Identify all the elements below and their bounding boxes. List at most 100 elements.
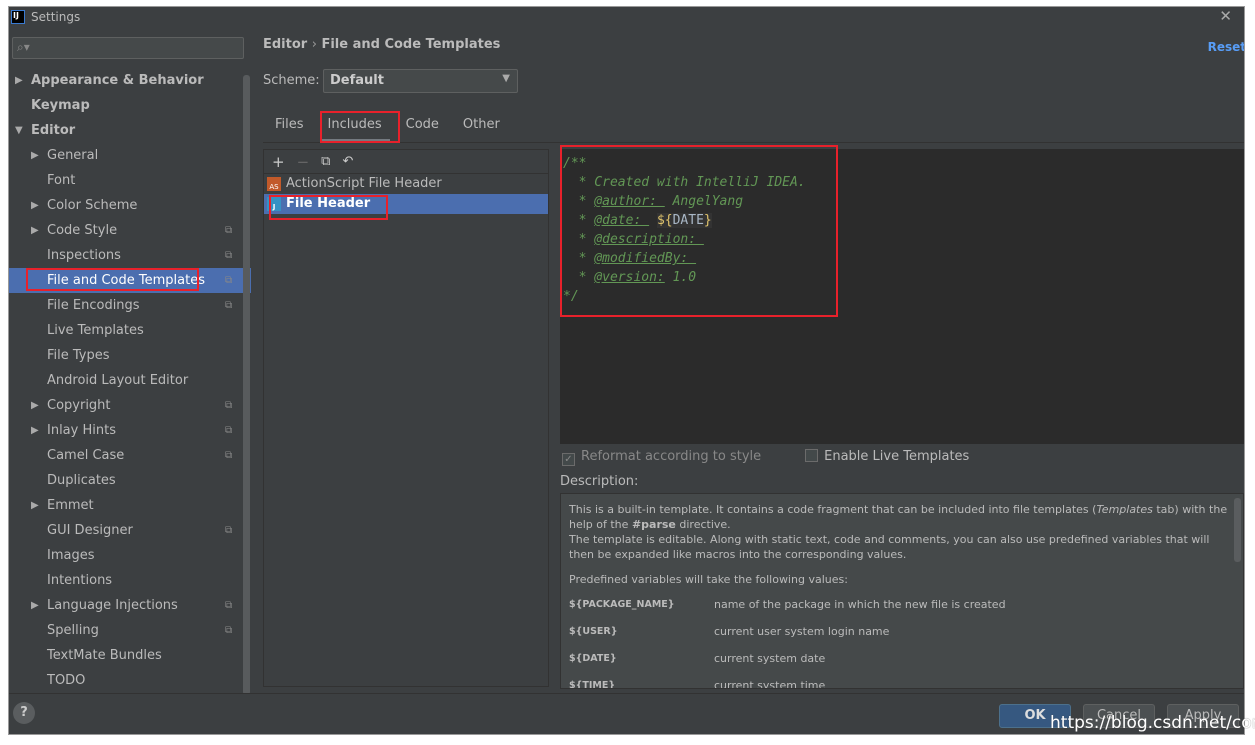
sidebar-item[interactable]: ▶ General bbox=[9, 143, 251, 168]
list-item-selected[interactable]: J File Header bbox=[264, 194, 548, 214]
project-scope-icon: ⧉ bbox=[225, 400, 233, 411]
sidebar-item[interactable]: ▶ Inlay Hints ⧉ bbox=[9, 418, 251, 443]
tab-code[interactable]: Code bbox=[394, 111, 451, 142]
project-scope-icon: ⧉ bbox=[225, 625, 233, 636]
sidebar-item[interactable]: Spelling ⧉ bbox=[9, 618, 251, 643]
project-scope-icon: ⧉ bbox=[225, 525, 233, 536]
sidebar-item[interactable]: ▶ Copyright ⧉ bbox=[9, 393, 251, 418]
tab-includes[interactable]: Includes bbox=[316, 111, 394, 142]
watermark: https://blog.csdn.net/const bbox=[1050, 713, 1255, 733]
chevron-right-icon[interactable]: ▶ bbox=[31, 418, 39, 443]
variable-desc: current user system login name bbox=[714, 625, 890, 638]
sidebar-item[interactable]: ▶ Emmet bbox=[9, 493, 251, 518]
sidebar-item[interactable]: Inspections ⧉ bbox=[9, 243, 251, 268]
desc-text: directive. bbox=[675, 518, 731, 531]
sidebar-scrollbar[interactable] bbox=[243, 75, 250, 695]
variable-name: ${DATE} bbox=[569, 653, 617, 664]
list-item-label: File Header bbox=[286, 196, 371, 211]
tab-files[interactable]: Files bbox=[263, 111, 316, 142]
sidebar-item-label: File Encodings bbox=[47, 298, 140, 313]
code-line: * @author: AngelYang bbox=[563, 194, 744, 209]
remove-icon[interactable]: − bbox=[297, 153, 310, 171]
chevron-right-icon[interactable]: ▶ bbox=[31, 218, 39, 243]
breadcrumb: Editor › File and Code Templates bbox=[263, 37, 501, 52]
sidebar-item-label: File and Code Templates bbox=[47, 273, 205, 288]
sidebar-item[interactable]: ▶ Appearance & Behavior bbox=[9, 68, 251, 93]
sidebar-item[interactable]: GUI Designer ⧉ bbox=[9, 518, 251, 543]
sidebar-item[interactable]: TODO bbox=[9, 668, 251, 693]
project-scope-icon: ⧉ bbox=[225, 425, 233, 436]
sidebar-item[interactable]: Android Layout Editor bbox=[9, 368, 251, 393]
sidebar-item-label: Duplicates bbox=[47, 473, 116, 488]
chevron-down-icon[interactable]: ▼ bbox=[15, 118, 23, 143]
variable-row: ${TIME} current system time bbox=[569, 678, 1235, 689]
variable-row: ${USER} current user system login name bbox=[569, 624, 1235, 651]
template-list: + − ⧉ ↶ AS ActionScript File Header J File… bbox=[263, 149, 549, 687]
reformat-checkbox[interactable]: ✓ Reformat according to style bbox=[562, 449, 761, 466]
chevron-right-icon[interactable]: ▶ bbox=[31, 143, 39, 168]
chevron-right-icon[interactable]: ▶ bbox=[31, 393, 39, 418]
date-variable: ${DATE} bbox=[656, 213, 712, 228]
search-input[interactable]: ⌕▾ bbox=[12, 37, 244, 59]
sidebar-item-label: Copyright bbox=[47, 398, 111, 413]
sidebar-item-label: Spelling bbox=[47, 623, 99, 638]
sidebar-item[interactable]: Live Templates bbox=[9, 318, 251, 343]
sidebar-item[interactable]: File and Code Templates ⧉ bbox=[9, 268, 251, 293]
sidebar-item[interactable]: Duplicates bbox=[9, 468, 251, 493]
version-value: 1.0 bbox=[664, 270, 697, 285]
breadcrumb-editor[interactable]: Editor bbox=[263, 37, 307, 52]
sidebar-item[interactable]: ▼ Editor bbox=[9, 118, 251, 143]
chevron-down-icon: ▼ bbox=[502, 73, 510, 84]
list-item[interactable]: AS ActionScript File Header bbox=[264, 174, 548, 194]
date-var-name: DATE bbox=[672, 213, 704, 228]
description-scrollbar[interactable] bbox=[1234, 498, 1241, 562]
sidebar-item[interactable]: ▶ Code Style ⧉ bbox=[9, 218, 251, 243]
actionscript-file-icon: AS bbox=[267, 177, 281, 191]
sidebar-item[interactable]: File Types bbox=[9, 343, 251, 368]
intellij-logo-icon: IJ bbox=[11, 10, 25, 24]
sidebar-item-label: TextMate Bundles bbox=[47, 648, 162, 663]
chevron-right-icon[interactable]: ▶ bbox=[31, 493, 39, 518]
sidebar-item[interactable]: Camel Case ⧉ bbox=[9, 443, 251, 468]
sidebar-item[interactable]: ▶ Color Scheme bbox=[9, 193, 251, 218]
sidebar-item-label: General bbox=[47, 148, 99, 163]
desc-text: Predefined variables will take the follo… bbox=[569, 573, 848, 586]
project-scope-icon: ⧉ bbox=[225, 250, 233, 261]
project-scope-icon: ⧉ bbox=[225, 275, 233, 286]
modified-tag: @modifiedBy: bbox=[594, 251, 697, 266]
reset-icon[interactable]: ↶ bbox=[342, 154, 353, 169]
sidebar-item-label: Editor bbox=[31, 123, 76, 138]
chevron-right-icon[interactable]: ▶ bbox=[31, 593, 39, 618]
title-bar: IJ Settings ✕ bbox=[9, 7, 1244, 27]
desc-italic: Templates bbox=[1096, 503, 1153, 516]
sidebar: ⌕▾ ▶ Appearance & Behavior Keymap ▼ Editor ▶ G… bbox=[9, 27, 251, 695]
sidebar-item[interactable]: TextMate Bundles bbox=[9, 643, 251, 668]
chevron-right-icon[interactable]: ▶ bbox=[15, 68, 23, 93]
help-button[interactable]: ? bbox=[13, 702, 35, 724]
scheme-label: Scheme: bbox=[263, 73, 320, 88]
sidebar-item[interactable]: File Encodings ⧉ bbox=[9, 293, 251, 318]
code-editor[interactable]: /** * Created with IntelliJ IDEA. * @aut… bbox=[560, 149, 1244, 444]
sidebar-item[interactable]: ▶ Language Injections ⧉ bbox=[9, 593, 251, 618]
author-value: AngelYang bbox=[664, 194, 744, 209]
sidebar-item[interactable]: Intentions bbox=[9, 568, 251, 593]
variable-name: ${TIME} bbox=[569, 680, 616, 689]
close-icon[interactable]: ✕ bbox=[1219, 7, 1232, 25]
scheme-select[interactable]: Default ▼ bbox=[323, 69, 518, 93]
live-templates-checkbox[interactable]: Enable Live Templates bbox=[805, 449, 969, 466]
sidebar-item-label: Android Layout Editor bbox=[47, 373, 189, 388]
sidebar-item[interactable]: Font bbox=[9, 168, 251, 193]
chevron-right-icon[interactable]: ▶ bbox=[31, 193, 39, 218]
sidebar-item[interactable]: Keymap bbox=[9, 93, 251, 118]
tab-other[interactable]: Other bbox=[451, 111, 512, 142]
add-icon[interactable]: + bbox=[272, 153, 285, 171]
sidebar-item-label: Language Injections bbox=[47, 598, 178, 613]
variables-table: ${PACKAGE_NAME} name of the package in wh… bbox=[569, 597, 1235, 689]
sidebar-item[interactable]: Images bbox=[9, 543, 251, 568]
project-scope-icon: ⧉ bbox=[225, 300, 233, 311]
sidebar-item-label: Appearance & Behavior bbox=[31, 73, 204, 88]
copy-icon[interactable]: ⧉ bbox=[321, 154, 330, 169]
reset-link[interactable]: Reset bbox=[1208, 40, 1244, 54]
sidebar-item-label: Keymap bbox=[31, 98, 90, 113]
scheme-value: Default bbox=[330, 73, 384, 88]
